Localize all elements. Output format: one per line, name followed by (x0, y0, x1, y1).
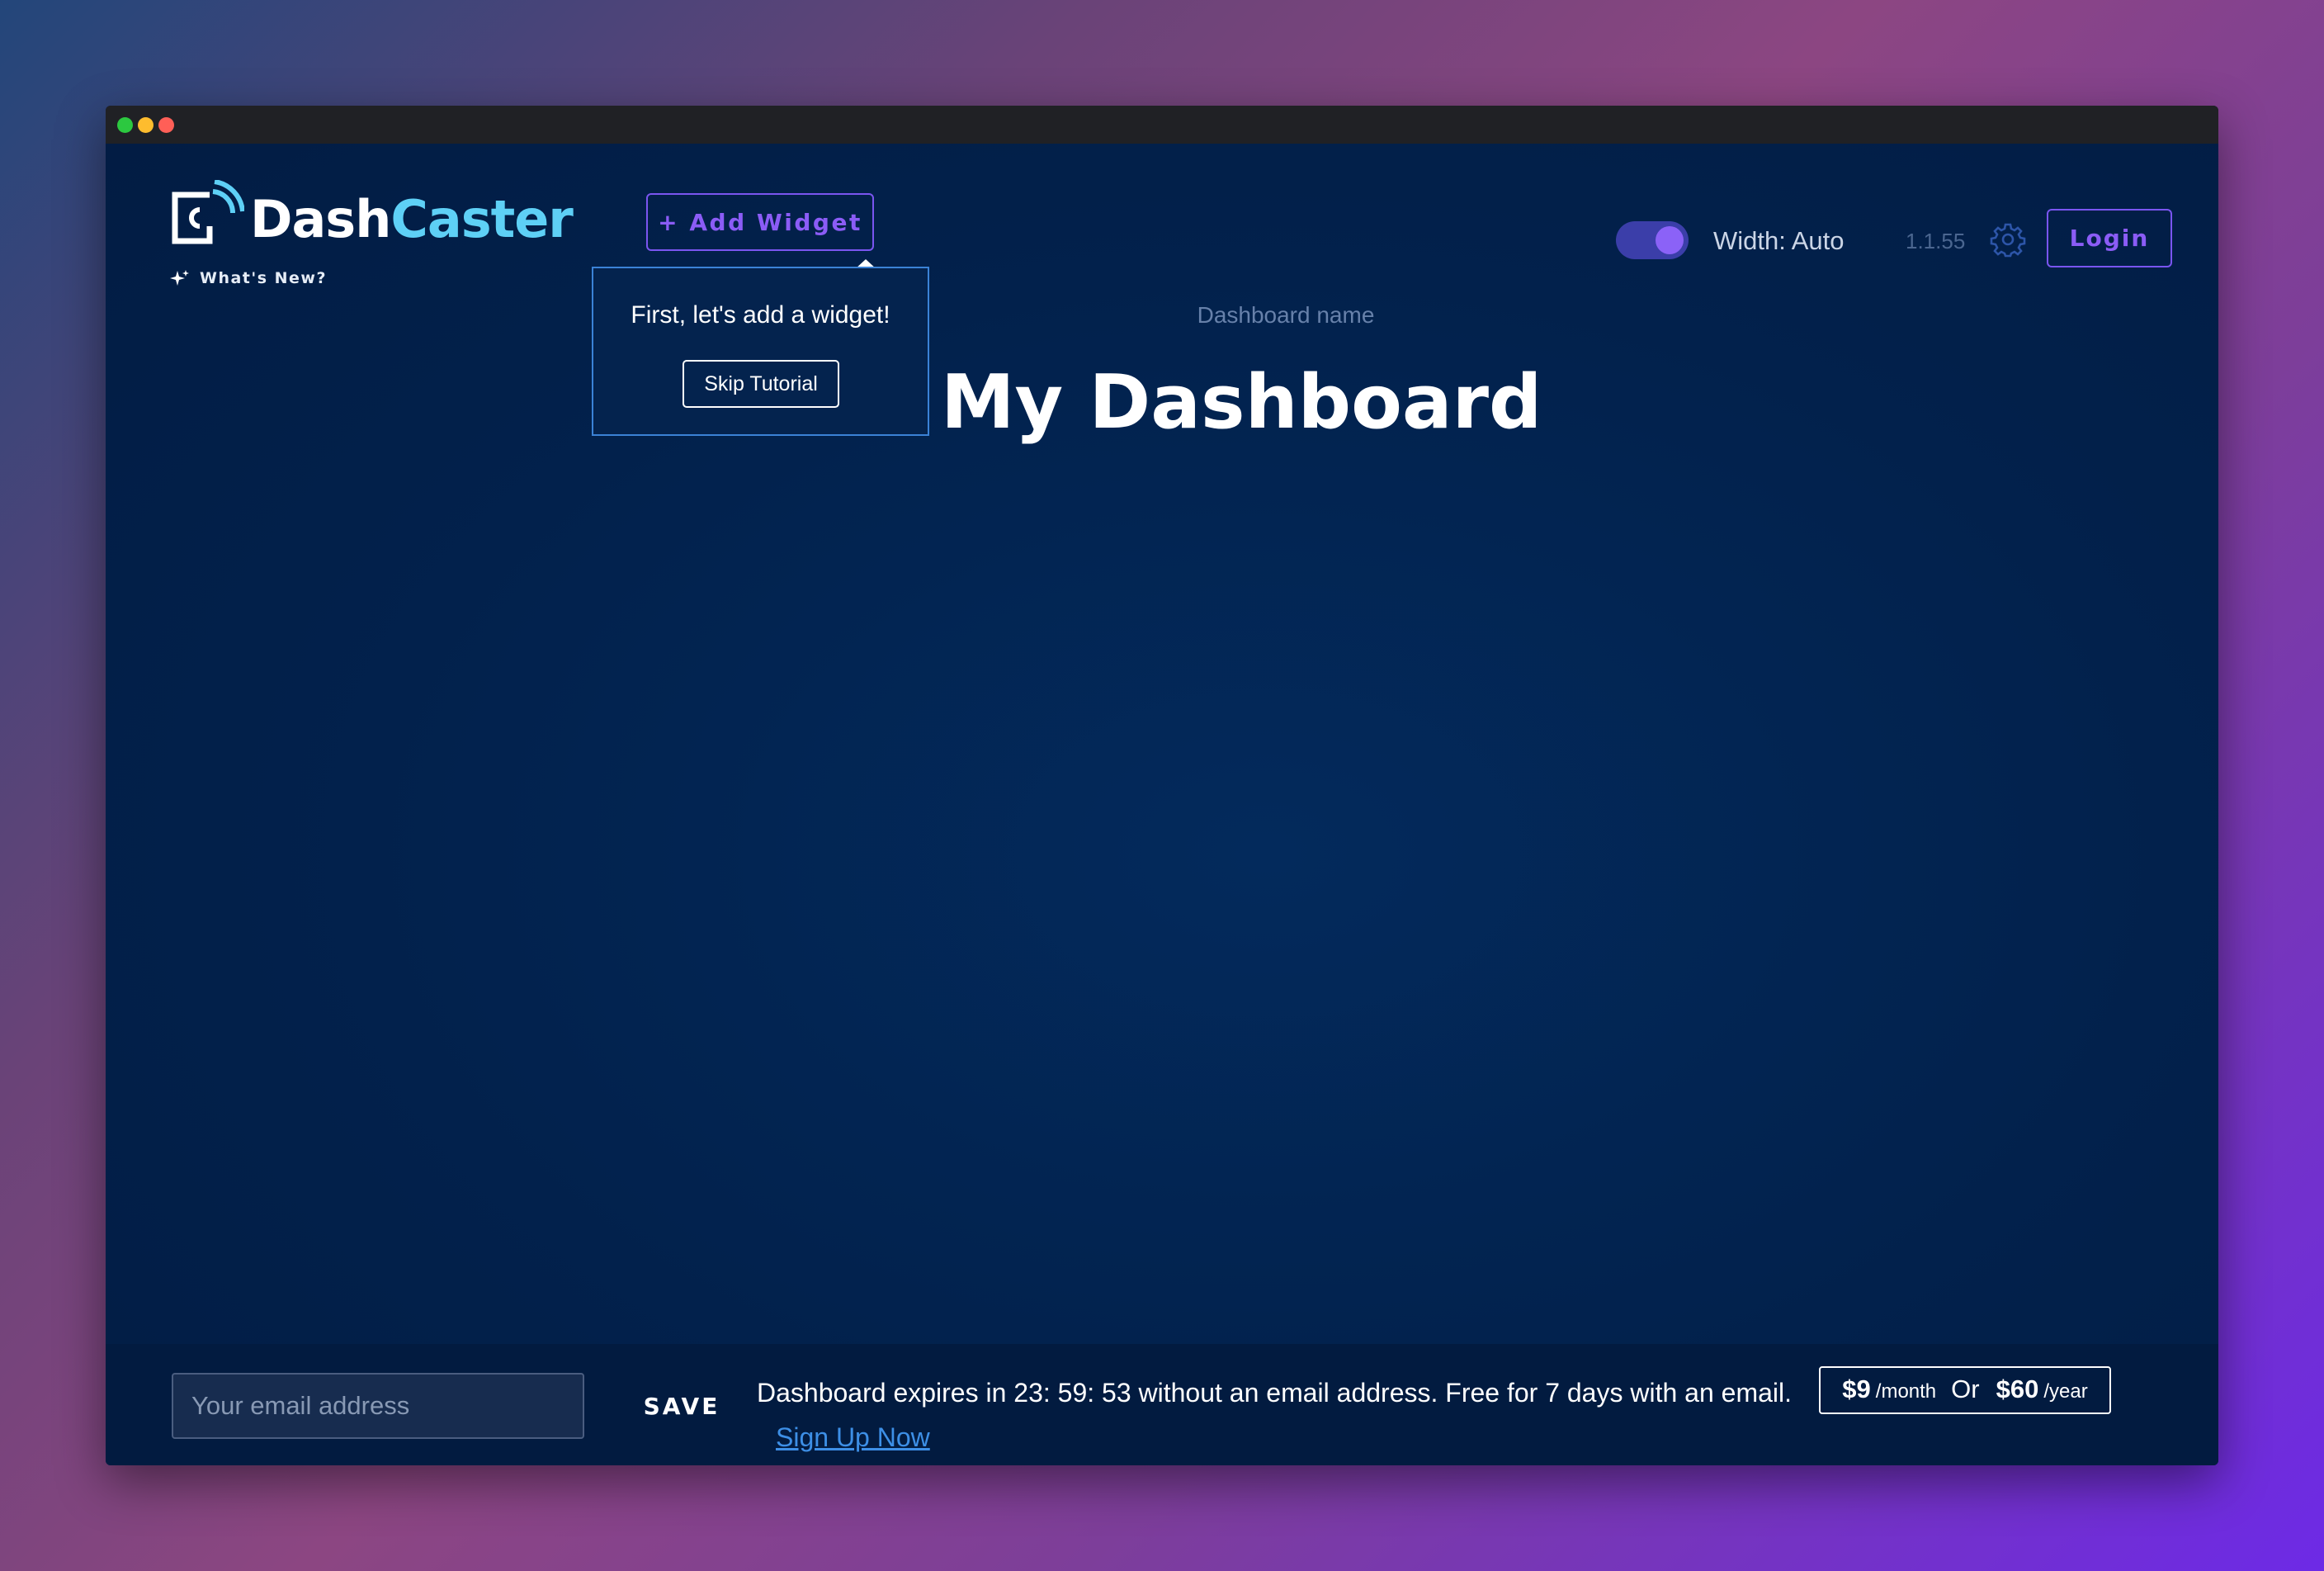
title-bar (106, 106, 2218, 144)
gear-icon[interactable] (1990, 221, 2026, 258)
save-button[interactable]: SAVE (632, 1385, 731, 1427)
app-window: DashCaster What's New? + Add Widget Firs… (106, 106, 2218, 1465)
toggle-knob (1656, 226, 1684, 254)
sparkle-icon (170, 270, 189, 286)
monthly-price: $9 (1842, 1375, 1871, 1403)
footer-bar: SAVE Dashboard expires in 23: 59: 53 wit… (106, 1344, 2218, 1465)
login-button[interactable]: Login (2047, 209, 2172, 267)
email-input[interactable] (172, 1373, 584, 1439)
dashboard-name-label: Dashboard name (1197, 302, 1375, 328)
tutorial-message: First, let's add a widget! (631, 301, 890, 329)
whats-new-link[interactable]: What's New? (170, 267, 327, 289)
version-label: 1.1.55 (1906, 229, 1966, 253)
yearly-unit: /year (2043, 1380, 2088, 1403)
dashboard-title[interactable]: My Dashboard (941, 353, 1766, 452)
width-toggle[interactable] (1616, 221, 1689, 259)
window-maximize-button[interactable] (117, 117, 133, 133)
add-widget-button[interactable]: + Add Widget (646, 193, 874, 251)
cast-logo-icon (172, 180, 244, 244)
logo[interactable]: DashCaster (170, 180, 574, 254)
expiry-message: Dashboard expires in 23: 59: 53 without … (757, 1378, 1792, 1408)
sign-up-link[interactable]: Sign Up Now (776, 1420, 930, 1455)
monthly-unit: /month (1875, 1380, 1937, 1403)
yearly-price: $60 (1996, 1375, 2039, 1403)
logo-text-caster: Caster (390, 189, 574, 249)
width-label: Width: Auto (1713, 226, 1845, 255)
window-close-button[interactable] (158, 117, 174, 133)
logo-text-dash: Dash (250, 189, 391, 249)
window-minimize-button[interactable] (138, 117, 154, 133)
whats-new-label: What's New? (200, 269, 327, 287)
skip-tutorial-button[interactable]: Skip Tutorial (683, 360, 839, 408)
logo-wordmark: DashCaster (250, 187, 574, 253)
tutorial-popover: First, let's add a widget! Skip Tutorial (592, 267, 929, 436)
pricing-separator: Or (1951, 1375, 1980, 1403)
pricing-badge[interactable]: $9/month Or $60/year (1819, 1366, 2111, 1414)
